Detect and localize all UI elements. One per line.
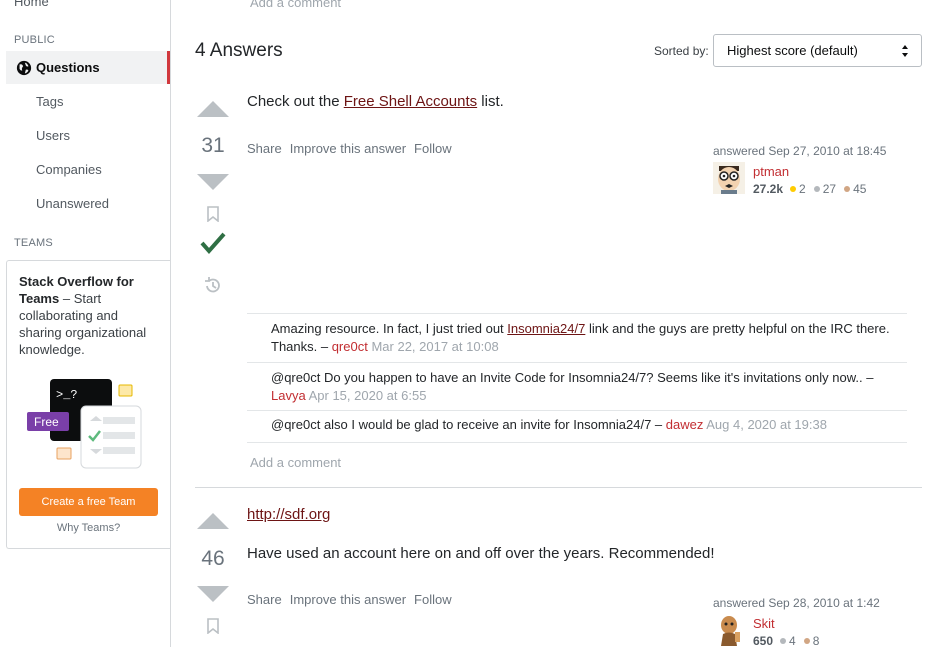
teams-promo-text: Stack Overflow for Teams – Start collabo… bbox=[19, 273, 159, 358]
comment-user-link[interactable]: Lavya bbox=[271, 388, 306, 403]
add-comment-link[interactable]: Add a comment bbox=[250, 455, 341, 470]
nav-questions-label: Questions bbox=[36, 60, 100, 75]
left-sidebar: Home PUBLIC Questions Tags Users Compani… bbox=[0, 0, 171, 647]
silver-badge-icon bbox=[813, 186, 820, 192]
sdf-link[interactable]: http://sdf.org bbox=[247, 506, 330, 523]
accepted-check-icon bbox=[200, 232, 226, 255]
answer-score: 46 bbox=[201, 547, 225, 570]
teams-illustration-free: Free bbox=[34, 415, 59, 429]
downvote-button[interactable] bbox=[197, 586, 229, 602]
comment-date[interactable]: Aug 4, 2020 at 19:38 bbox=[706, 417, 827, 432]
comment-date[interactable]: Mar 22, 2017 at 10:08 bbox=[371, 339, 498, 354]
downvote-button[interactable] bbox=[197, 174, 229, 190]
comment: @qre0ct also I would be glad to receive … bbox=[247, 411, 907, 443]
reputation-score: 650 bbox=[753, 634, 774, 647]
bronze-badge-icon bbox=[803, 638, 810, 644]
comment-text: @qre0ct also I would be glad to receive … bbox=[271, 417, 666, 432]
avatar[interactable] bbox=[713, 614, 745, 646]
user-reputation: 27.2k 2 27 45 bbox=[753, 182, 871, 196]
answer-text: Check out the bbox=[247, 93, 344, 110]
upvote-button[interactable] bbox=[197, 513, 229, 529]
comment: @qre0ct Do you happen to have an Invite … bbox=[247, 363, 907, 411]
comment-text: Amazing resource. In fact, I just tried … bbox=[271, 321, 508, 336]
teams-illustration-prompt: >_? bbox=[56, 388, 78, 402]
answer-score: 31 bbox=[201, 134, 225, 157]
teams-illustration: >_? Free bbox=[27, 379, 142, 469]
comment: Amazing resource. In fact, I just tried … bbox=[247, 313, 907, 363]
history-icon[interactable] bbox=[203, 276, 223, 296]
answered-label: answered bbox=[713, 596, 769, 610]
sorted-by-label: Sorted by: bbox=[654, 44, 709, 58]
gold-badge-count: 2 bbox=[799, 182, 806, 196]
why-teams-link[interactable]: Why Teams? bbox=[19, 522, 158, 534]
silver-badge-count: 27 bbox=[822, 182, 837, 196]
answered-time[interactable]: Sep 28, 2010 at 1:42 bbox=[768, 596, 879, 610]
gold-badge-icon bbox=[790, 186, 797, 192]
improve-answer-link[interactable]: Improve this answer bbox=[290, 592, 406, 607]
select-arrows-icon bbox=[902, 45, 908, 57]
nav-unanswered[interactable]: Unanswered bbox=[36, 196, 109, 211]
follow-link[interactable]: Follow bbox=[414, 592, 452, 607]
create-free-team-button[interactable]: Create a free Team bbox=[19, 488, 158, 516]
teams-promo: Stack Overflow for Teams – Start collabo… bbox=[6, 260, 171, 549]
nav-tags[interactable]: Tags bbox=[36, 94, 63, 109]
improve-answer-link[interactable]: Improve this answer bbox=[290, 141, 406, 156]
bronze-badge-icon bbox=[844, 186, 851, 192]
answer-body: Check out the Free Shell Accounts list. bbox=[247, 93, 504, 110]
user-name-link[interactable]: Skit bbox=[753, 616, 775, 631]
nav-users[interactable]: Users bbox=[36, 128, 70, 143]
nav-section-teams: TEAMS bbox=[14, 237, 53, 249]
comment-date[interactable]: Apr 15, 2020 at 6:55 bbox=[309, 388, 427, 403]
free-shell-accounts-link[interactable]: Free Shell Accounts bbox=[344, 93, 477, 110]
answered-timestamp: answered Sep 28, 2010 at 1:42 bbox=[713, 596, 880, 610]
answer-text: list. bbox=[477, 93, 504, 110]
bronze-badge-count: 45 bbox=[853, 182, 867, 196]
bookmark-icon[interactable] bbox=[206, 618, 220, 634]
insomnia-link[interactable]: Insomnia24/7 bbox=[507, 321, 585, 336]
user-name-link[interactable]: ptman bbox=[753, 164, 789, 179]
nav-questions[interactable]: Questions bbox=[6, 51, 170, 84]
post-menu: Share Improve this answer Follow bbox=[247, 141, 452, 156]
answered-time[interactable]: Sep 27, 2010 at 18:45 bbox=[768, 144, 886, 158]
share-link[interactable]: Share bbox=[247, 592, 282, 607]
comment-text: @qre0ct Do you happen to have an Invite … bbox=[271, 370, 874, 385]
silver-badge-icon bbox=[780, 638, 787, 644]
answers-count: 4 Answers bbox=[195, 40, 283, 61]
nav-companies[interactable]: Companies bbox=[36, 162, 102, 177]
bookmark-icon[interactable] bbox=[206, 206, 220, 222]
answer-body: http://sdf.org bbox=[247, 506, 330, 523]
add-comment-question[interactable]: Add a comment bbox=[250, 0, 341, 10]
globe-icon bbox=[16, 60, 32, 75]
nav-section-public: PUBLIC bbox=[14, 34, 55, 46]
comment-user-link[interactable]: dawez bbox=[666, 417, 704, 432]
nav-home[interactable]: Home bbox=[14, 0, 49, 9]
follow-link[interactable]: Follow bbox=[414, 141, 452, 156]
reputation-score: 27.2k bbox=[753, 182, 784, 196]
answer-divider bbox=[195, 487, 922, 488]
upvote-button[interactable] bbox=[197, 101, 229, 117]
sort-select-value: Highest score (default) bbox=[727, 43, 858, 58]
answer-text: Have used an account here on and off ove… bbox=[247, 545, 715, 562]
avatar[interactable] bbox=[713, 162, 745, 194]
answered-timestamp: answered Sep 27, 2010 at 18:45 bbox=[713, 144, 886, 158]
answered-label: answered bbox=[713, 144, 769, 158]
sort-select[interactable]: Highest score (default) bbox=[713, 34, 922, 67]
comment-user-link[interactable]: qre0ct bbox=[332, 339, 368, 354]
share-link[interactable]: Share bbox=[247, 141, 282, 156]
bronze-badge-count: 8 bbox=[812, 634, 820, 647]
post-menu: Share Improve this answer Follow bbox=[247, 592, 452, 607]
silver-badge-count: 4 bbox=[789, 634, 796, 647]
user-reputation: 650 4 8 bbox=[753, 634, 824, 647]
